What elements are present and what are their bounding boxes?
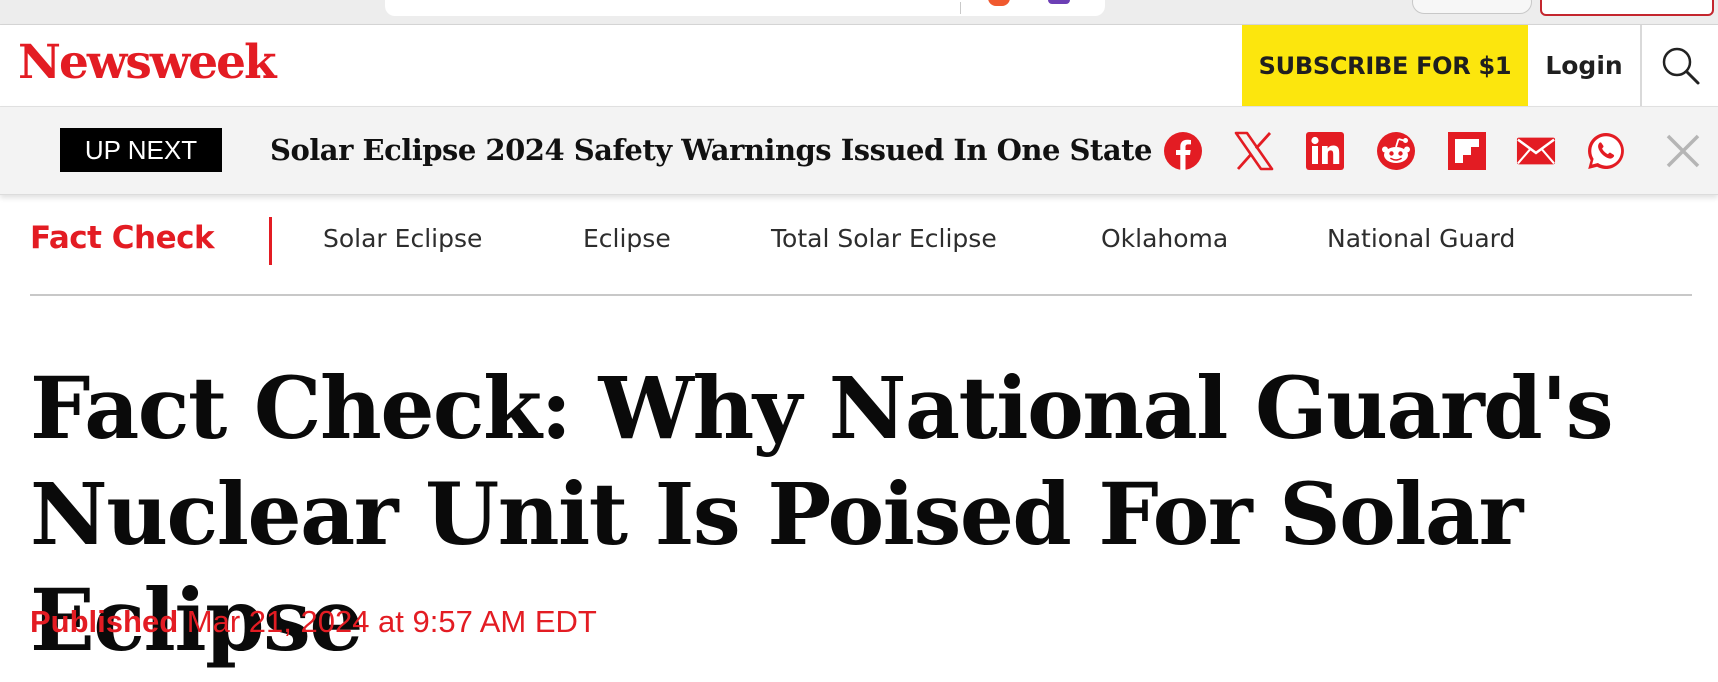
browser-chrome-strip [0,0,1718,25]
close-icon [1666,134,1700,168]
whatsapp-share-button[interactable] [1586,131,1626,171]
subscribe-button[interactable]: SUBSCRIBE FOR $1 [1242,25,1528,106]
x-icon [1234,131,1274,171]
extension-icon[interactable] [1048,0,1070,4]
flipboard-icon [1448,132,1486,170]
search-button[interactable] [1640,25,1718,106]
linkedin-icon [1306,132,1344,170]
topic-divider [269,217,272,265]
published-date: Mar 21, 2024 at 9:57 AM EDT [186,604,597,639]
up-next-bar: UP NEXT Solar Eclipse 2024 Safety Warnin… [0,107,1718,195]
published-label: Published [30,604,179,639]
whatsapp-icon [1588,133,1624,169]
x-share-button[interactable] [1234,131,1274,171]
close-up-next-button[interactable] [1663,131,1703,171]
facebook-share-button[interactable] [1163,131,1203,171]
email-icon [1516,137,1556,165]
browser-pill-button[interactable] [1412,0,1532,14]
published-line: Published Mar 21, 2024 at 9:57 AM EDT [30,604,597,640]
address-bar-divider [960,2,961,14]
topic-fact-check[interactable]: Fact Check [30,220,215,256]
topic-link-oklahoma[interactable]: Oklahoma [1101,224,1228,253]
search-icon [1662,47,1700,84]
newsweek-logo[interactable]: Newsweek [18,33,277,93]
topic-nav: Fact Check Solar Eclipse Eclipse Total S… [30,194,1692,296]
up-next-badge: UP NEXT [60,128,222,172]
facebook-icon [1164,132,1202,170]
email-share-button[interactable] [1516,131,1556,171]
topic-link-solar-eclipse[interactable]: Solar Eclipse [323,224,482,253]
topic-link-national-guard[interactable]: National Guard [1327,224,1515,253]
topic-link-total-solar-eclipse[interactable]: Total Solar Eclipse [771,224,997,253]
topic-link-eclipse[interactable]: Eclipse [583,224,671,253]
site-header: Newsweek SUBSCRIBE FOR $1 Login [0,25,1718,107]
reddit-icon [1377,132,1415,170]
linkedin-share-button[interactable] [1305,131,1345,171]
browser-red-button[interactable] [1540,0,1714,16]
flipboard-share-button[interactable] [1447,131,1487,171]
up-next-title[interactable]: Solar Eclipse 2024 Safety Warnings Issue… [270,125,1152,175]
login-button[interactable]: Login [1528,25,1640,106]
reddit-share-button[interactable] [1376,131,1416,171]
